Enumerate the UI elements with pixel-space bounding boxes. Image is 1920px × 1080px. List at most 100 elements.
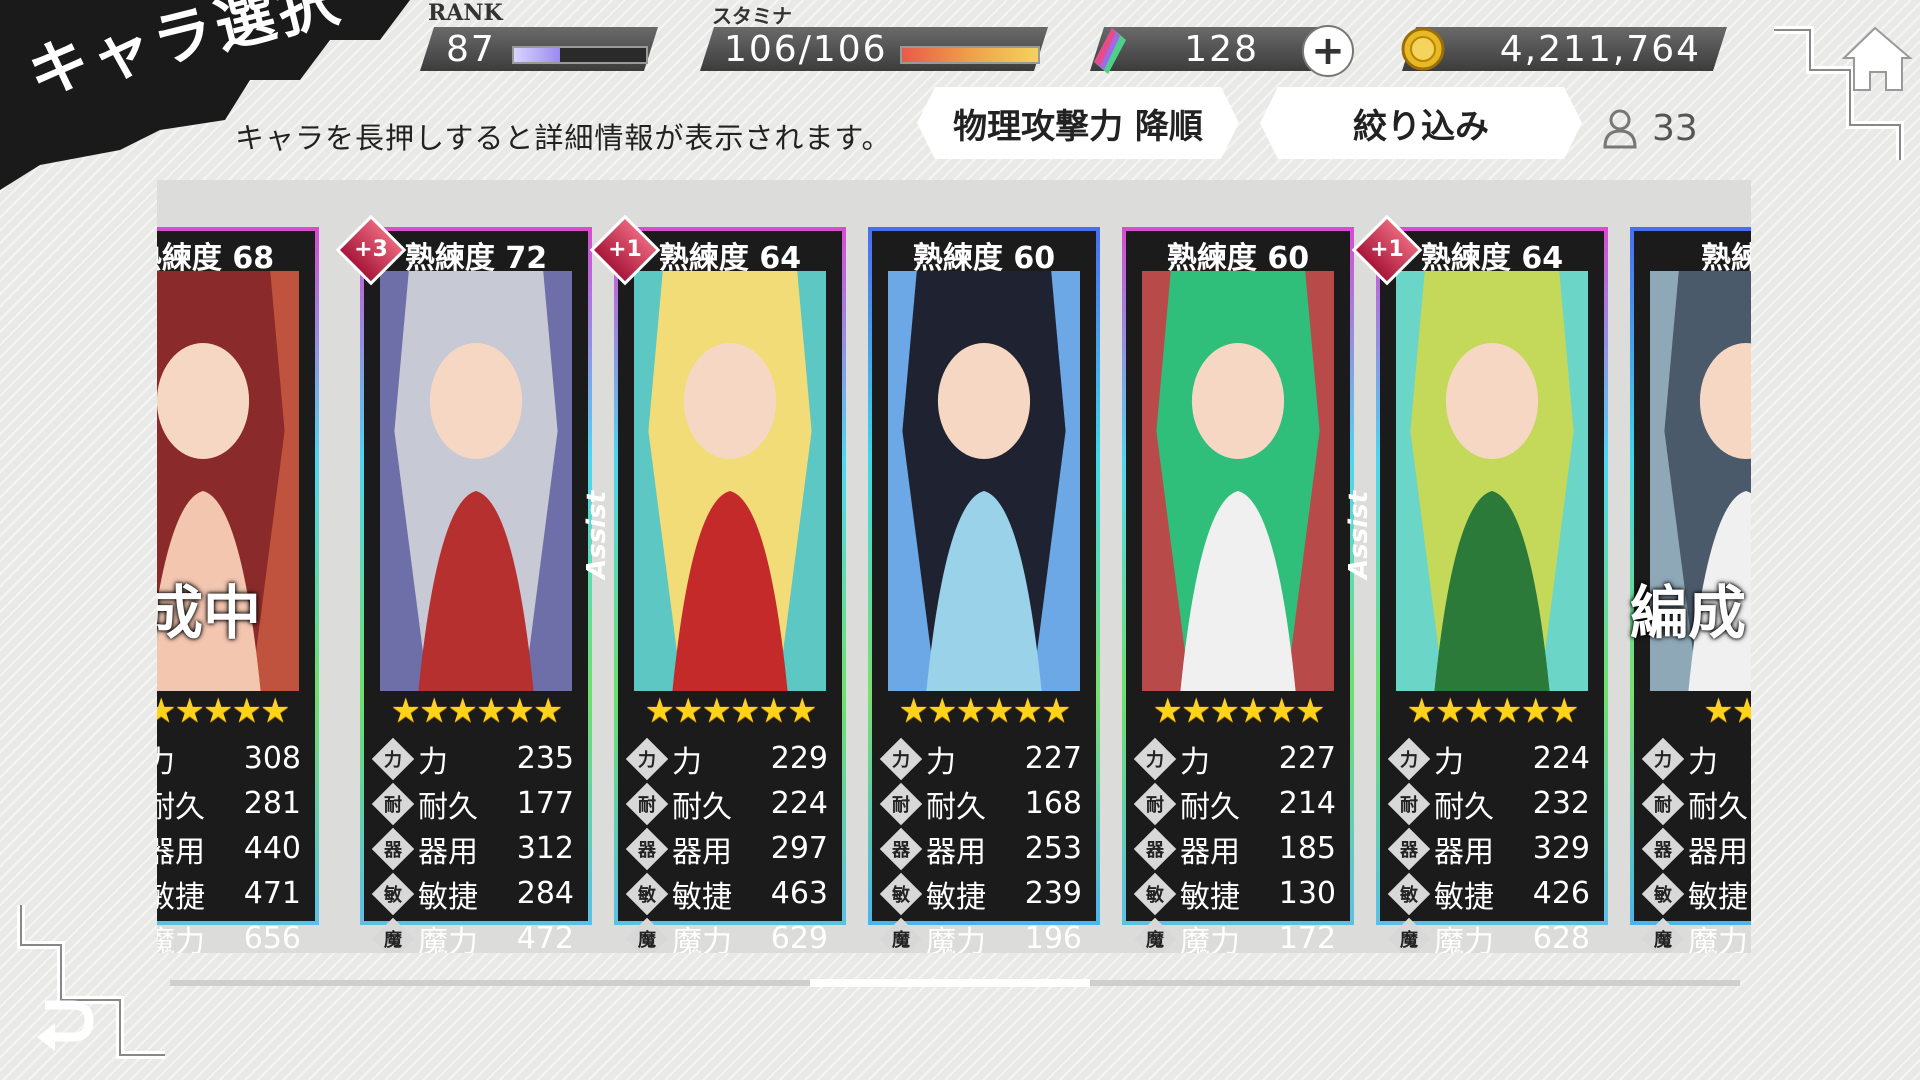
list-scrollbar[interactable] [170, 979, 1740, 987]
stat-row: 器器用 253 [879, 826, 1082, 871]
stat-type-icon: 魔 [1641, 917, 1685, 953]
stat-value: 628 [1532, 921, 1590, 953]
buy-gems-button[interactable]: + [1302, 25, 1354, 77]
stat-row: 耐耐久281 [157, 781, 301, 826]
stat-name: 器用 [418, 834, 478, 870]
rarity-stars: ★★★★★★ [390, 691, 564, 731]
stat-type-icon: 敏 [1641, 872, 1685, 915]
stat-name: 敏捷 [1688, 879, 1748, 915]
stat-row: 力力308 [157, 736, 301, 781]
stat-name: 器用 [672, 834, 732, 870]
stat-value: 471 [243, 876, 301, 911]
stat-name: 力 [157, 744, 175, 780]
stat-type-icon: 敏 [371, 872, 415, 915]
stamina-value: 106/106 [724, 28, 888, 70]
stat-type-icon: 力 [1133, 737, 1177, 780]
stamina-bar [900, 46, 1040, 64]
back-button[interactable] [15, 905, 175, 1065]
character-list[interactable]: 編成中熟練度 68★★★★★★力力308耐耐久281器器用440敏敏捷471魔魔… [157, 180, 1751, 953]
stat-row: 敏敏捷 239 [879, 871, 1082, 916]
stat-type-icon: 器 [371, 827, 415, 870]
rank-bar [512, 46, 648, 64]
character-card[interactable]: +3 Assist 熟練度 72 ★★★★★★ 力力 235 耐耐久 177 器器用 312 敏敏捷… [335, 214, 612, 953]
stat-type-icon: 力 [1387, 737, 1431, 780]
stat-name: 敏捷 [418, 879, 478, 915]
stat-value: 308 [243, 741, 301, 776]
stat-name: 魔力 [1688, 924, 1748, 954]
stat-name: 敏捷 [926, 879, 986, 915]
stat-name: 魔力 [418, 924, 478, 954]
rarity-stars: ★★★★★★ [644, 691, 818, 731]
portrait-art [1396, 271, 1588, 691]
stat-list: 力力 227 耐耐久 168 器器用 253 敏敏捷 239 魔魔力 196 [879, 736, 1082, 953]
stat-type-icon: 魔 [625, 917, 669, 953]
stat-value: 214 [1278, 786, 1336, 821]
portrait-art [380, 271, 572, 691]
stat-value: 656 [243, 921, 301, 953]
portrait-art [634, 271, 826, 691]
stat-row: 器器用440 [157, 826, 301, 871]
stat-name: 魔力 [1180, 924, 1240, 954]
stat-row: 器器用 329 [1387, 826, 1590, 871]
stat-row: 魔魔力 [1641, 916, 1751, 954]
stat-type-icon: 力 [371, 737, 415, 780]
stat-row: 力力 [1641, 736, 1751, 781]
stat-name: 力 [1180, 744, 1210, 780]
stamina-label: スタミナ [712, 4, 792, 28]
list-scrollbar-thumb[interactable] [810, 979, 1090, 987]
stat-type-icon: 力 [1641, 737, 1685, 780]
stat-row: 魔魔力 472 [371, 916, 574, 954]
stat-value: 227 [1024, 741, 1082, 776]
stat-name: 器用 [1180, 834, 1240, 870]
stat-name: 耐久 [1688, 789, 1748, 825]
stat-value: 168 [1024, 786, 1082, 821]
character-card[interactable]: 熟練度 60 ★★★★★★ 力力 227 耐耐久 168 器器用 253 敏敏捷 239 魔魔力 19… [868, 227, 1100, 953]
stat-name: 魔力 [1434, 924, 1494, 954]
character-portrait [380, 271, 572, 691]
stat-row: 耐耐久 [1641, 781, 1751, 826]
stat-row: 敏敏捷 284 [371, 871, 574, 916]
stat-row: 敏敏捷471 [157, 871, 301, 916]
character-card[interactable]: +1 熟練度 64 ★★★★★★ 力力 229 耐耐久 224 器器用 297 敏敏捷 463 魔魔力… [589, 214, 846, 953]
stat-row: 敏敏捷 426 [1387, 871, 1590, 916]
filter-button[interactable]: 絞り込み [1260, 87, 1582, 159]
stat-value: 312 [516, 831, 574, 866]
gold-coin-icon [1401, 27, 1445, 71]
gem-count: 128 [1184, 28, 1259, 70]
portrait-art [888, 271, 1080, 691]
limit-break-value: +1 [1370, 237, 1404, 262]
stat-name: 耐久 [672, 789, 732, 825]
character-card[interactable]: Assist 熟練度 60 ★★★★★★ 力力 227 耐耐久 214 器器用 185 敏敏捷 13… [1122, 227, 1374, 953]
character-portrait [1142, 271, 1334, 691]
stat-row: 魔魔力 196 [879, 916, 1082, 953]
gem-icon [1094, 28, 1126, 74]
stat-type-icon: 器 [1641, 827, 1685, 870]
stat-name: 敏捷 [1180, 879, 1240, 915]
sort-button[interactable]: 物理攻撃力 降順 [917, 87, 1239, 159]
stat-value: 177 [516, 786, 574, 821]
stat-row: 魔魔力 628 [1387, 916, 1590, 954]
character-card[interactable]: +1 熟練度 64 ★★★★★★ 力力 224 耐耐久 232 器器用 329 敏敏捷 426 魔魔力… [1351, 214, 1608, 953]
rarity-stars: ★★★★★★ [898, 691, 1072, 731]
stat-value: 297 [770, 831, 828, 866]
stat-type-icon: 耐 [371, 782, 415, 825]
stat-type-icon: 器 [1133, 827, 1177, 870]
assist-tag: Assist [1344, 491, 1374, 579]
stat-name: 力 [1434, 744, 1464, 780]
stat-value: 472 [516, 921, 574, 953]
stat-type-icon: 力 [625, 737, 669, 780]
stat-list: 力力 224 耐耐久 232 器器用 329 敏敏捷 426 魔魔力 628 [1387, 736, 1590, 954]
character-count-value: 33 [1652, 108, 1698, 149]
rank-bar-fill [514, 48, 561, 62]
stat-name: 耐久 [926, 789, 986, 825]
character-card[interactable]: 編成 熟練度 ★★★ 力力耐耐久器器用敏敏捷魔魔力 [1630, 227, 1751, 953]
stat-type-icon: 力 [879, 737, 923, 780]
limit-break-value: +3 [354, 237, 388, 262]
stat-row: 魔魔力 172 [1133, 916, 1336, 954]
stat-row: 魔魔力656 [157, 916, 301, 953]
stat-value: 235 [516, 741, 574, 776]
stat-name: 耐久 [418, 789, 478, 825]
character-card[interactable]: 編成中熟練度 68★★★★★★力力308耐耐久281器器用440敏敏捷471魔魔… [157, 227, 319, 953]
home-button[interactable] [1770, 10, 1920, 170]
stat-type-icon: 器 [879, 827, 923, 870]
